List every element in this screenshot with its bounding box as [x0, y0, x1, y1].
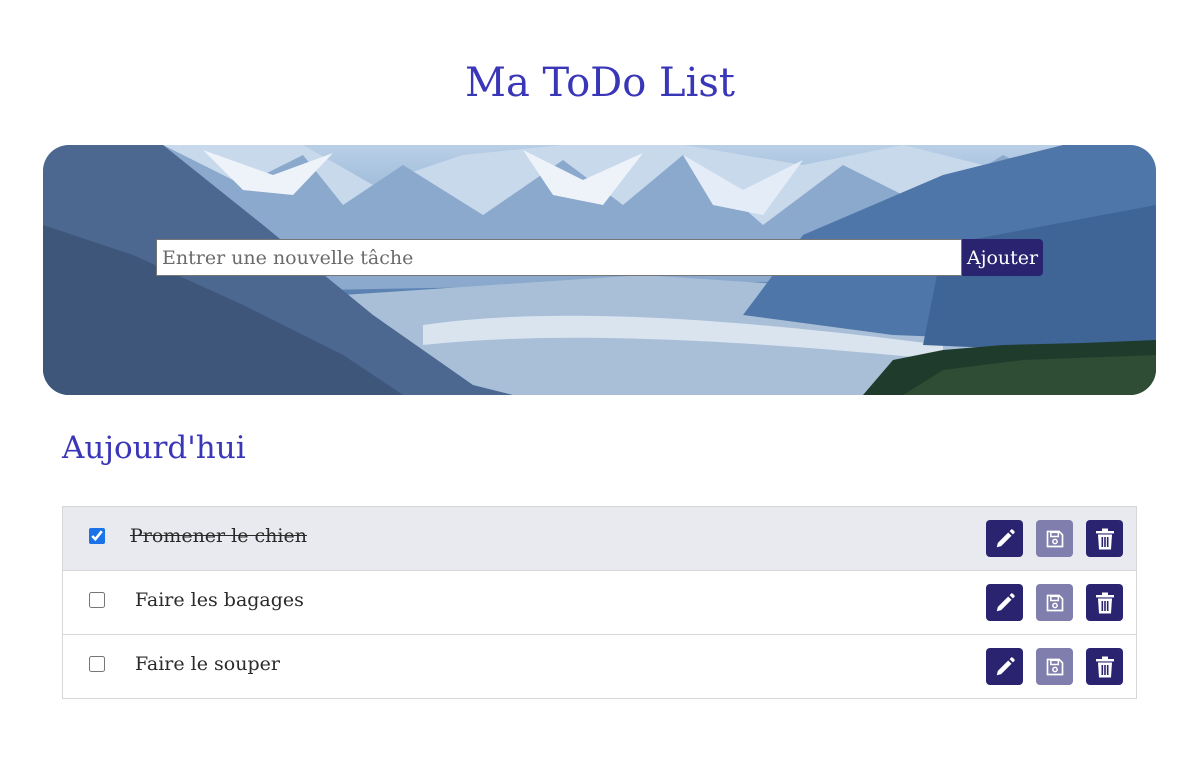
task-label: Faire le souper — [135, 653, 280, 675]
trash-icon — [1095, 592, 1114, 613]
task-checkbox[interactable] — [89, 592, 105, 608]
delete-button[interactable] — [1086, 648, 1123, 685]
pencil-icon — [996, 656, 1015, 675]
edit-button[interactable] — [986, 520, 1023, 557]
add-task-button[interactable]: Ajouter — [962, 239, 1043, 276]
pencil-icon — [996, 592, 1015, 611]
trash-icon — [1095, 528, 1114, 549]
edit-button[interactable] — [986, 648, 1023, 685]
section-title: Aujourd'hui — [62, 430, 246, 466]
new-task-input[interactable] — [156, 239, 962, 276]
task-actions — [986, 648, 1123, 685]
task-actions — [986, 520, 1123, 557]
save-button[interactable] — [1036, 520, 1073, 557]
floppy-disk-icon — [1046, 594, 1063, 611]
task-checkbox[interactable] — [89, 528, 105, 544]
save-button[interactable] — [1036, 584, 1073, 621]
task-row: Promener le chien — [62, 506, 1137, 571]
task-label: Promener le chien — [130, 525, 307, 547]
edit-button[interactable] — [986, 584, 1023, 621]
task-list: Promener le chien Faire les bagages Fair… — [62, 506, 1137, 699]
floppy-disk-icon — [1046, 530, 1063, 547]
delete-button[interactable] — [1086, 520, 1123, 557]
pencil-icon — [996, 528, 1015, 547]
task-row: Faire les bagages — [62, 570, 1137, 635]
page-title: Ma ToDo List — [465, 60, 735, 106]
task-checkbox[interactable] — [89, 656, 105, 672]
floppy-disk-icon — [1046, 658, 1063, 675]
trash-icon — [1095, 656, 1114, 677]
task-row: Faire le souper — [62, 634, 1137, 699]
task-label: Faire les bagages — [135, 589, 304, 611]
delete-button[interactable] — [1086, 584, 1123, 621]
task-actions — [986, 584, 1123, 621]
save-button[interactable] — [1036, 648, 1073, 685]
